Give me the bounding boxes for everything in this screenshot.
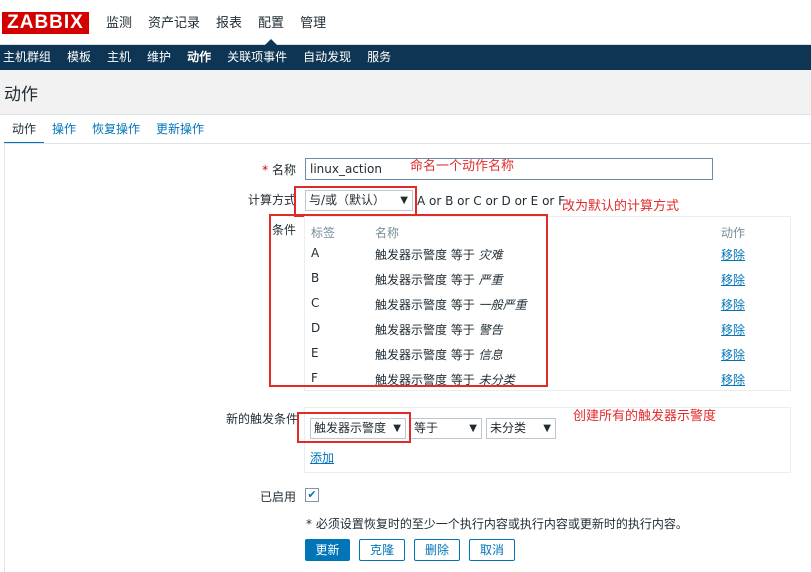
cond-label: D xyxy=(311,321,321,335)
new-condition-operator-value: 等于 xyxy=(414,421,439,435)
add-condition-link[interactable]: 添加 xyxy=(310,449,334,466)
subnav-hosts[interactable]: 主机 xyxy=(99,45,139,70)
clone-button[interactable]: 克隆 xyxy=(359,539,405,561)
sub-nav: 主机群组 模板 主机 维护 动作 关联项事件 自动发现 服务 xyxy=(0,45,811,70)
cond-header-action: 动作 xyxy=(721,226,746,240)
calc-formula: A or B or C or D or E or F xyxy=(417,194,566,208)
calc-label: 计算方式 xyxy=(247,193,296,207)
subnav-host-groups[interactable]: 主机群组 xyxy=(0,45,59,70)
new-condition-value-value: 未分类 xyxy=(490,421,527,435)
cond-name: 触发器示警度 等于 一般严重 xyxy=(375,298,527,312)
new-condition-value-select[interactable]: 未分类 ▼ xyxy=(486,418,556,439)
topnav-configuration[interactable]: 配置 xyxy=(250,0,292,45)
tab-action[interactable]: 动作 xyxy=(4,118,45,144)
zabbix-logo[interactable]: ZABBIX xyxy=(2,12,89,34)
new-condition-type-select[interactable]: 触发器示警度 ▼ xyxy=(310,418,406,439)
check-icon: ✔ xyxy=(307,488,317,501)
remove-condition-link[interactable]: 移除 xyxy=(721,271,745,288)
cond-name: 触发器示警度 等于 严重 xyxy=(375,273,503,287)
cond-header-name: 名称 xyxy=(375,226,400,240)
remove-condition-link[interactable]: 移除 xyxy=(721,246,745,263)
annotation-new-condition: 创建所有的触发器示警度 xyxy=(573,409,717,424)
cond-label: F xyxy=(311,371,318,385)
annotation-name: 命名一个动作名称 xyxy=(410,159,515,174)
cond-name: 触发器示警度 等于 信息 xyxy=(375,348,503,362)
new-condition-operator-select[interactable]: 等于 ▼ xyxy=(410,418,482,439)
subnav-maintenance[interactable]: 维护 xyxy=(139,45,179,70)
cond-name: 触发器示警度 等于 警告 xyxy=(375,323,503,337)
page-title: 动作 xyxy=(4,85,38,105)
enabled-label: 已启用 xyxy=(259,490,296,504)
cond-name: 触发器示警度 等于 灾难 xyxy=(375,248,503,262)
topnav-administration[interactable]: 管理 xyxy=(292,0,334,45)
subnav-templates[interactable]: 模板 xyxy=(59,45,99,70)
subnav-discovery[interactable]: 自动发现 xyxy=(295,45,359,70)
cond-label: C xyxy=(311,296,320,310)
enabled-checkbox[interactable]: ✔ xyxy=(305,488,319,502)
topnav-monitoring[interactable]: 监测 xyxy=(98,0,140,45)
cond-label: B xyxy=(311,271,320,285)
dropdown-arrow-icon: ▼ xyxy=(393,423,401,434)
form-tabs: 动作 操作 恢复操作 更新操作 xyxy=(4,118,212,144)
new-condition-label: 新的触发条件 xyxy=(225,412,298,426)
subnav-correlation[interactable]: 关联项事件 xyxy=(219,45,295,70)
delete-button[interactable]: 删除 xyxy=(414,539,460,561)
new-condition-panel xyxy=(304,407,791,473)
dropdown-arrow-icon: ▼ xyxy=(400,195,408,206)
page-header: 动作 xyxy=(0,70,811,115)
required-marker: * xyxy=(262,163,269,177)
calc-select-value: 与/或（默认） xyxy=(309,193,386,207)
cond-label: E xyxy=(311,346,319,360)
subnav-actions[interactable]: 动作 xyxy=(179,45,219,70)
remove-condition-link[interactable]: 移除 xyxy=(721,296,745,313)
conditions-label: 条件 xyxy=(271,223,296,237)
top-nav: 监测 资产记录 报表 配置 管理 xyxy=(98,0,334,45)
dropdown-arrow-icon: ▼ xyxy=(469,423,477,434)
top-bar: ZABBIX 监测 资产记录 报表 配置 管理 xyxy=(0,0,811,45)
topnav-inventory[interactable]: 资产记录 xyxy=(140,0,208,45)
tab-operations[interactable]: 操作 xyxy=(44,118,84,144)
cond-name: 触发器示警度 等于 未分类 xyxy=(375,373,515,387)
cancel-button[interactable]: 取消 xyxy=(469,539,515,561)
name-label: * 名称 xyxy=(262,163,296,177)
calc-select[interactable]: 与/或（默认） ▼ xyxy=(305,190,413,211)
topnav-reports[interactable]: 报表 xyxy=(208,0,250,45)
remove-condition-link[interactable]: 移除 xyxy=(721,321,745,338)
remove-condition-link[interactable]: 移除 xyxy=(721,371,745,388)
dropdown-arrow-icon: ▼ xyxy=(543,423,551,434)
cond-header-label: 标签 xyxy=(311,226,336,240)
tab-update-operations[interactable]: 更新操作 xyxy=(148,118,212,144)
subnav-services[interactable]: 服务 xyxy=(359,45,399,70)
remove-condition-link[interactable]: 移除 xyxy=(721,346,745,363)
tab-recovery-operations[interactable]: 恢复操作 xyxy=(84,118,148,144)
update-button[interactable]: 更新 xyxy=(305,539,350,561)
required-note: * 必须设置恢复时的至少一个执行内容或执行内容或更新时的执行内容。 xyxy=(306,517,688,531)
new-condition-type-value: 触发器示警度 xyxy=(314,421,387,435)
cond-label: A xyxy=(311,246,320,260)
annotation-calc: 改为默认的计算方式 xyxy=(562,199,680,214)
